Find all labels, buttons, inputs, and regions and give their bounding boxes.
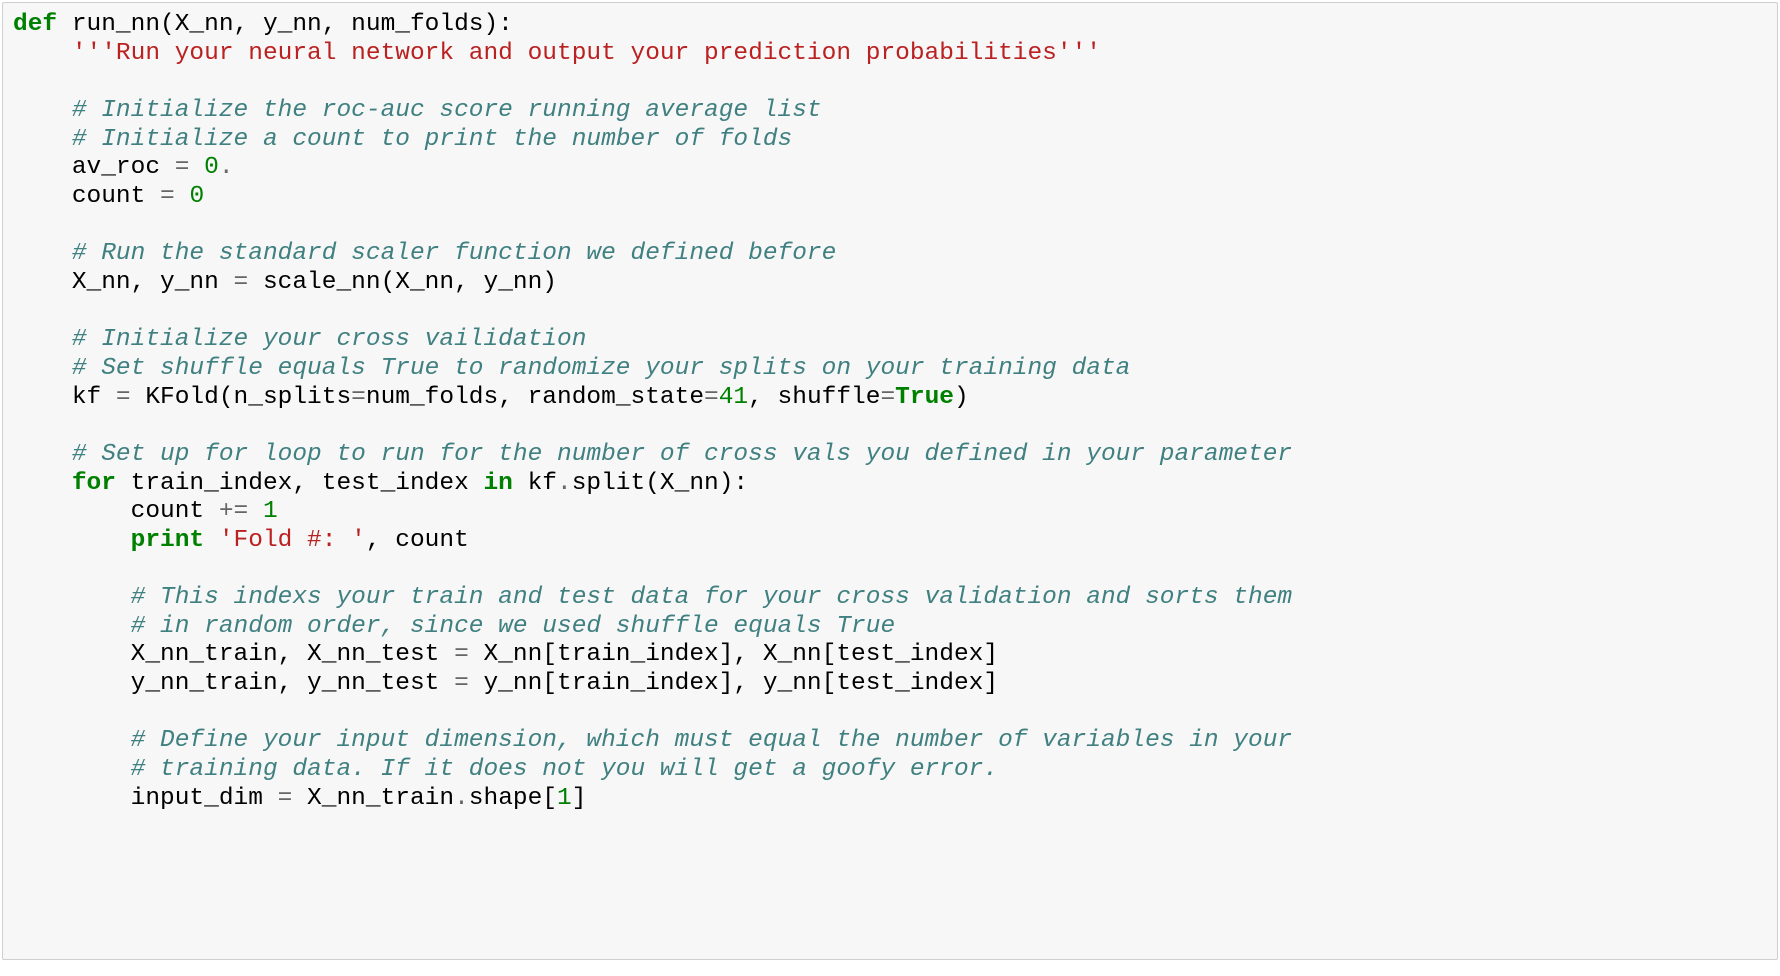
code-text (248, 498, 263, 525)
number: 1 (263, 498, 278, 525)
operator: = (351, 384, 366, 411)
operator: . (557, 470, 572, 497)
code-text: X_nn_train, X_nn_test (131, 641, 454, 668)
comment: # Set shuffle equals True to randomize y… (72, 355, 1131, 382)
function-signature: run_nn(X_nn, y_nn, num_folds): (72, 11, 513, 38)
comment: # Run the standard scaler function we de… (72, 240, 837, 267)
comment: # Initialize your cross vailidation (72, 326, 587, 353)
code-text: kf (513, 470, 557, 497)
operator: = (234, 269, 249, 296)
number: 0 (204, 154, 219, 181)
code-text: ) (954, 384, 969, 411)
code-text: X_nn_train (292, 785, 454, 812)
code-text: X_nn[train_index], X_nn[test_index] (469, 641, 998, 668)
operator: = (175, 154, 190, 181)
comment: # in random order, since we used shuffle… (131, 613, 896, 640)
operator: += (219, 498, 248, 525)
code-text (189, 154, 204, 181)
code-text (175, 183, 190, 210)
code-text: av_roc (72, 154, 175, 181)
string-literal: 'Fold #: ' (219, 527, 366, 554)
code-text: scale_nn(X_nn, y_nn) (248, 269, 557, 296)
code-text: , shuffle (748, 384, 880, 411)
comment: # Set up for loop to run for the number … (72, 441, 1292, 468)
comment: # Initialize the roc-auc score running a… (72, 97, 822, 124)
code-text: count (131, 498, 219, 525)
comment: # training data. If it does not you will… (131, 756, 998, 783)
number: 0 (189, 183, 204, 210)
operator: = (880, 384, 895, 411)
keyword-for: for (72, 470, 116, 497)
keyword-in: in (483, 470, 512, 497)
comment: # Initialize a count to print the number… (72, 126, 792, 153)
code-text: y_nn[train_index], y_nn[test_index] (469, 670, 998, 697)
operator: . (219, 154, 234, 181)
operator: = (704, 384, 719, 411)
code-text: , count (366, 527, 469, 554)
code-text: ] (572, 785, 587, 812)
code-text: num_folds, random_state (366, 384, 704, 411)
docstring: '''Run your neural network and output yo… (72, 40, 1101, 67)
operator: = (454, 670, 469, 697)
code-text: count (72, 183, 160, 210)
code-text: shape[ (469, 785, 557, 812)
keyword-print: print (131, 527, 205, 554)
operator: . (454, 785, 469, 812)
number: 41 (719, 384, 748, 411)
code-text: kf (72, 384, 116, 411)
code-block: def run_nn(X_nn, y_nn, num_folds): '''Ru… (2, 2, 1778, 960)
code-text: KFold(n_splits (131, 384, 352, 411)
keyword-true: True (895, 384, 954, 411)
operator: = (278, 785, 293, 812)
operator: = (160, 183, 175, 210)
comment: # Define your input dimension, which mus… (131, 727, 1293, 754)
code-text: input_dim (131, 785, 278, 812)
code-text (204, 527, 219, 554)
code-text: split(X_nn): (572, 470, 748, 497)
code-text: train_index, test_index (116, 470, 484, 497)
code-text: y_nn_train, y_nn_test (131, 670, 454, 697)
number: 1 (557, 785, 572, 812)
operator: = (116, 384, 131, 411)
operator: = (454, 641, 469, 668)
code-text: X_nn, y_nn (72, 269, 234, 296)
comment: # This indexs your train and test data f… (131, 584, 1293, 611)
keyword-def: def (13, 11, 72, 38)
